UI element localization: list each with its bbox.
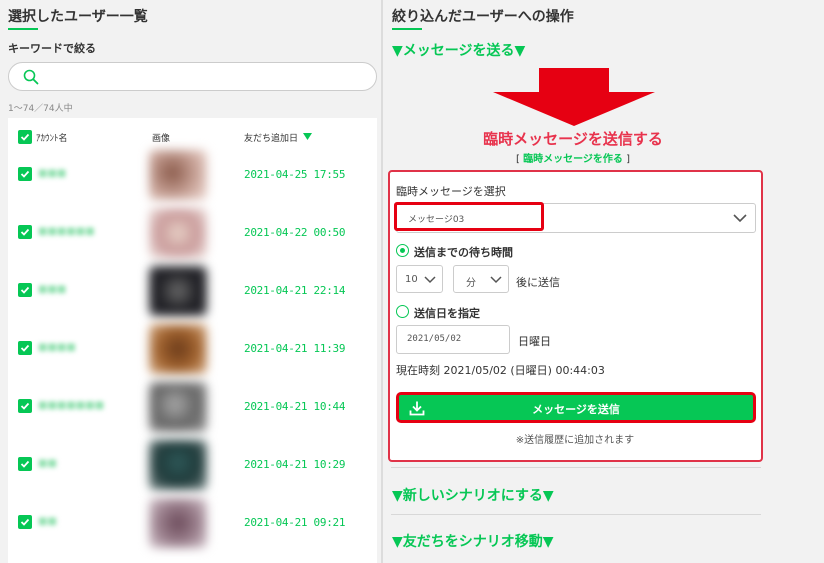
wait-time-label: 送信までの待ち時間 <box>414 246 513 259</box>
avatar <box>149 382 207 432</box>
title-underline <box>8 28 38 30</box>
check-icon <box>20 402 30 410</box>
wait-time-radio[interactable] <box>396 244 409 257</box>
table-row[interactable]: ■■■■■■ 2021-04-22 00:50 <box>8 206 377 264</box>
search-input[interactable] <box>8 62 377 91</box>
table-row[interactable]: ■■■■■■■ 2021-04-21 10:44 <box>8 380 377 438</box>
check-icon <box>20 460 30 468</box>
bracket-close: ] <box>622 154 630 165</box>
operations-panel: 絞り込んだユーザーへの操作 ▼メッセージを送る▼ 臨時メッセージを送信する [ … <box>383 0 824 563</box>
account-name: ■■ <box>38 458 57 469</box>
wait-value: 10 <box>405 274 418 285</box>
friend-added-date: 2021-04-21 22:14 <box>244 284 346 297</box>
create-temp-message-link[interactable]: 臨時メッセージを作る <box>523 154 623 165</box>
new-scenario-toggle[interactable]: ▼新しいシナリオにする▼ <box>392 485 554 505</box>
column-date-label: 友だち追加日 <box>244 134 299 144</box>
check-icon <box>20 133 30 141</box>
select-message-label: 臨時メッセージを選択 <box>396 185 506 198</box>
operations-title: 絞り込んだユーザーへの操作 <box>392 9 574 25</box>
table-row[interactable]: ■■■ 2021-04-21 22:14 <box>8 264 377 322</box>
after-send-text: 後に送信 <box>516 276 560 289</box>
row-checkbox[interactable] <box>18 167 32 181</box>
table-row[interactable]: ■■■■ 2021-04-21 11:39 <box>8 322 377 380</box>
send-date-input[interactable]: 2021/05/02 <box>396 325 510 354</box>
title-underline <box>392 28 422 30</box>
table-row[interactable]: ■■ 2021-04-21 10:29 <box>8 438 377 496</box>
chevron-down-icon <box>733 214 747 223</box>
account-name: ■■■■■■ <box>38 226 95 237</box>
sort-desc-icon <box>302 133 312 140</box>
wait-unit: 分 <box>466 278 476 289</box>
user-list: ｱｶｳﾝﾄ名 画像 友だち追加日 ■■■ 2021-04-25 17:55 ■■… <box>8 118 377 563</box>
column-account-name[interactable]: ｱｶｳﾝﾄ名 <box>36 131 68 144</box>
avatar <box>149 266 207 316</box>
wait-value-select[interactable]: 10 <box>396 265 443 293</box>
section-divider <box>391 514 761 515</box>
chevron-down-icon <box>424 276 436 284</box>
select-highlight <box>394 202 544 231</box>
row-checkbox[interactable] <box>18 341 32 355</box>
chevron-down-icon <box>490 276 502 284</box>
weekday-text: 日曜日 <box>518 335 551 348</box>
check-icon <box>20 170 30 178</box>
down-arrow-icon <box>493 68 655 126</box>
select-all-checkbox[interactable] <box>18 130 32 144</box>
specify-date-radio[interactable] <box>396 305 409 318</box>
avatar <box>149 150 207 200</box>
check-icon <box>20 518 30 526</box>
friend-added-date: 2021-04-22 00:50 <box>244 226 346 239</box>
avatar <box>149 440 207 490</box>
friend-added-date: 2021-04-21 10:29 <box>244 458 346 471</box>
specify-date-label: 送信日を指定 <box>414 307 480 320</box>
send-button-label: メッセージを送信 <box>532 403 620 416</box>
temp-message-card: 臨時メッセージを選択 メッセージ03 送信までの待ち時間 10 分 後に送信 送… <box>388 170 763 462</box>
row-checkbox[interactable] <box>18 457 32 471</box>
avatar <box>149 498 207 548</box>
wait-unit-select[interactable]: 分 <box>453 265 509 293</box>
column-friend-added-date[interactable]: 友だち追加日 <box>244 131 312 144</box>
avatar <box>149 324 207 374</box>
selected-users-panel: 選択したユーザー一覧 キーワードで絞る 1〜74／74人中 ｱｶｳﾝﾄ名 画像 … <box>0 0 381 563</box>
avatar <box>149 208 207 258</box>
row-checkbox[interactable] <box>18 399 32 413</box>
table-row[interactable]: ■■ 2021-04-21 09:21 <box>8 496 377 554</box>
result-count: 1〜74／74人中 <box>8 104 73 114</box>
account-name: ■■■■ <box>38 342 76 353</box>
row-checkbox[interactable] <box>18 225 32 239</box>
selected-users-title: 選択したユーザー一覧 <box>8 9 148 25</box>
account-name: ■■■ <box>38 284 67 295</box>
current-time-text: 現在時刻 2021/05/02 (日曜日) 00:44:03 <box>396 364 605 377</box>
friend-added-date: 2021-04-21 09:21 <box>244 516 346 529</box>
friend-added-date: 2021-04-25 17:55 <box>244 168 346 181</box>
temp-message-title: 臨時メッセージを送信する <box>483 130 663 148</box>
section-divider <box>391 467 761 468</box>
check-icon <box>20 344 30 352</box>
keyword-label: キーワードで絞る <box>8 42 96 55</box>
search-icon <box>23 69 39 85</box>
send-message-toggle[interactable]: ▼メッセージを送る▼ <box>392 40 525 60</box>
friend-added-date: 2021-04-21 10:44 <box>244 400 346 413</box>
move-scenario-toggle[interactable]: ▼友だちをシナリオ移動▼ <box>392 531 554 551</box>
send-date-value: 2021/05/02 <box>407 334 462 344</box>
row-checkbox[interactable] <box>18 515 32 529</box>
row-checkbox[interactable] <box>18 283 32 297</box>
check-icon <box>20 228 30 236</box>
check-icon <box>20 286 30 294</box>
friend-added-date: 2021-04-21 11:39 <box>244 342 346 355</box>
table-row[interactable]: ■■■ 2021-04-25 17:55 <box>8 148 377 206</box>
temp-message-link-wrap: [ 臨時メッセージを作る ] <box>383 150 763 165</box>
column-image: 画像 <box>152 134 171 144</box>
send-message-button[interactable]: メッセージを送信 <box>396 392 756 423</box>
account-name: ■■ <box>38 516 57 527</box>
account-name: ■■■■■■■ <box>38 400 105 411</box>
account-name: ■■■ <box>38 168 67 179</box>
send-note: ※送信履歴に追加されます <box>515 435 635 446</box>
